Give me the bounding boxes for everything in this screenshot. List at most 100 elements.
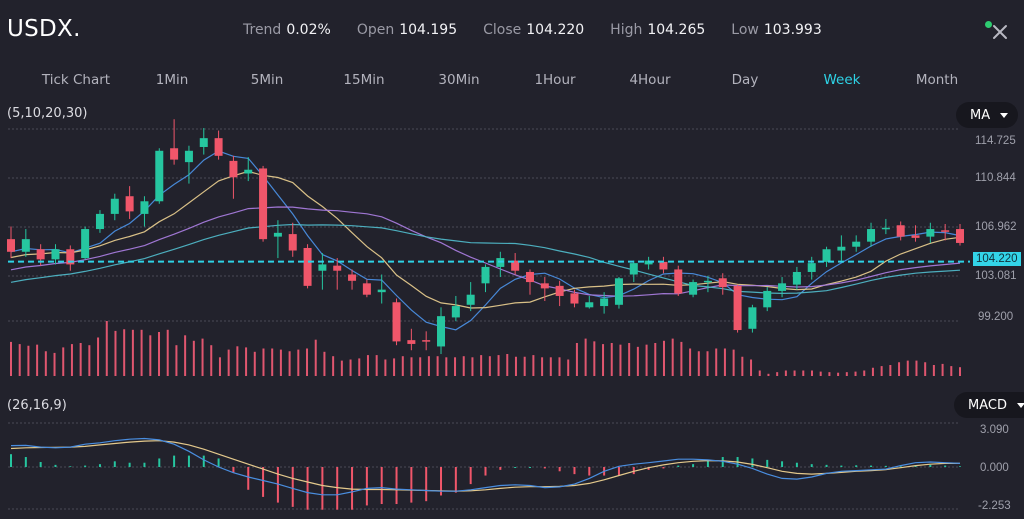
- volume-bar: [758, 370, 761, 376]
- macd-histogram-bar: [351, 467, 354, 510]
- macd-histogram-bar: [677, 465, 680, 467]
- candle-down: [555, 285, 564, 296]
- volume-bar: [323, 351, 326, 376]
- volume-bar: [184, 335, 187, 376]
- volume-bar: [932, 365, 935, 376]
- volume-bar: [680, 341, 683, 376]
- candle-up: [822, 249, 831, 262]
- volume-bar: [541, 357, 544, 376]
- volume-bar: [53, 352, 56, 376]
- macd-histogram-bar: [929, 464, 932, 467]
- volume-bar: [131, 329, 134, 376]
- candle-up: [318, 264, 327, 271]
- macd-histogram-bar: [425, 467, 428, 502]
- macd-histogram-bar: [751, 458, 754, 467]
- volume-bar: [462, 356, 465, 376]
- volume-bar: [123, 329, 126, 376]
- volume-bar: [480, 355, 483, 376]
- volume-bar: [70, 344, 73, 376]
- candle-down: [392, 302, 401, 342]
- macd-histogram-bar: [840, 465, 843, 467]
- candle-up: [807, 263, 816, 272]
- macd-histogram-bar: [810, 464, 813, 467]
- candle-down: [407, 340, 416, 344]
- volume-bar: [575, 343, 578, 376]
- volume-bar: [941, 363, 944, 376]
- macd-histogram-bar: [617, 467, 620, 476]
- macd-histogram-bar: [454, 467, 457, 493]
- macd-histogram-bar: [113, 461, 116, 467]
- candle-down: [896, 225, 905, 237]
- volume-bar: [784, 370, 787, 376]
- macd-histogram-bar: [528, 467, 531, 468]
- candle-down: [674, 269, 683, 294]
- macd-histogram-bar: [484, 467, 487, 476]
- volume-bar: [201, 338, 204, 376]
- volume-bar: [288, 351, 291, 376]
- macd-histogram-bar: [870, 465, 873, 467]
- volume-bar: [10, 341, 12, 376]
- volume-bar: [88, 345, 91, 376]
- macd-histogram-bar: [158, 458, 161, 467]
- macd-histogram-bar: [543, 467, 546, 469]
- macd-histogram-bar: [573, 467, 576, 475]
- candle-up: [199, 138, 208, 147]
- volume-bar: [306, 348, 309, 376]
- candle-up: [703, 280, 712, 283]
- candle-up: [867, 229, 876, 242]
- volume-bar: [384, 359, 387, 376]
- volume-bar: [419, 357, 422, 376]
- volume-bar: [271, 348, 274, 376]
- candle-down: [422, 340, 431, 342]
- volume-bar: [279, 349, 282, 376]
- volume-bar: [227, 349, 230, 376]
- price-chart[interactable]: [0, 0, 1024, 519]
- macd-histogram-bar: [202, 455, 205, 467]
- volume-bar: [715, 348, 718, 376]
- macd-histogram-bar: [84, 465, 87, 467]
- volume-bar: [898, 362, 901, 376]
- volume-bar: [218, 357, 221, 376]
- candle-up: [466, 294, 475, 305]
- macd-histogram-bar: [321, 467, 324, 510]
- volume-bar: [349, 359, 352, 376]
- candle-down: [303, 247, 312, 286]
- macd-histogram-bar: [262, 467, 265, 497]
- candle-up: [451, 306, 460, 318]
- volume-bar: [114, 330, 117, 376]
- macd-histogram-bar: [173, 455, 176, 467]
- candle-down: [570, 293, 579, 304]
- volume-bar: [697, 351, 700, 376]
- volume-bar: [610, 343, 613, 376]
- candle-up: [837, 246, 846, 251]
- volume-bar: [906, 360, 909, 376]
- candle-up: [155, 150, 164, 202]
- macd-histogram-bar: [69, 466, 72, 467]
- candle-up: [778, 283, 787, 291]
- volume-bar: [837, 372, 840, 376]
- macd-histogram-bar: [247, 467, 250, 490]
- candle-down: [718, 278, 727, 288]
- volume-bar: [245, 347, 248, 376]
- volume-bar: [523, 356, 526, 376]
- volume-bar: [689, 348, 692, 376]
- volume-bar: [410, 357, 413, 376]
- volume-bar: [654, 343, 657, 376]
- volume-bar: [210, 345, 213, 376]
- macd-histogram-bar: [944, 465, 947, 467]
- volume-bar: [584, 338, 587, 376]
- candle-up: [585, 302, 594, 308]
- volume-bar: [192, 340, 195, 376]
- candle-down: [956, 229, 964, 243]
- volume-bar: [366, 355, 369, 376]
- volume-bar: [262, 348, 265, 376]
- candle-down: [733, 285, 742, 331]
- volume-bar: [863, 370, 866, 376]
- volume-bar: [662, 340, 665, 376]
- volume-bar: [776, 372, 779, 376]
- macd-histogram-bar: [217, 458, 220, 467]
- candle-down: [288, 234, 297, 251]
- candle-up: [600, 298, 609, 307]
- macd-histogram-bar: [662, 467, 665, 469]
- volume-bar: [549, 357, 552, 376]
